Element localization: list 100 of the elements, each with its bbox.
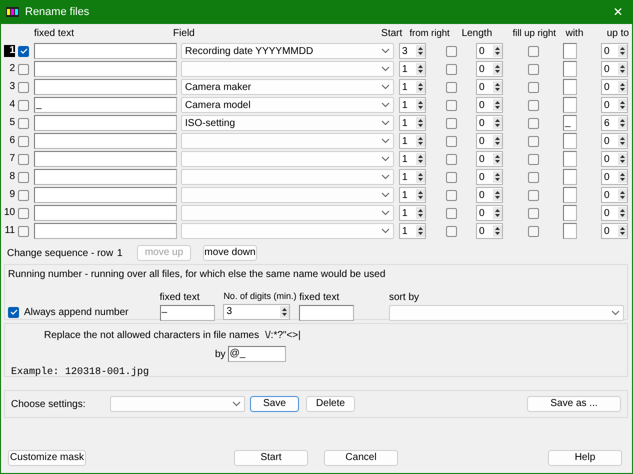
spinner[interactable]: 0	[476, 205, 503, 221]
spinner[interactable]: 1	[399, 223, 426, 239]
spin-arrows-icon[interactable]	[493, 153, 502, 165]
spin-arrows-icon[interactable]	[618, 117, 627, 129]
spin-arrows-icon[interactable]	[618, 99, 627, 111]
spinner[interactable]: 0	[601, 97, 628, 113]
button[interactable]: move down	[203, 245, 257, 261]
checkbox[interactable]	[18, 46, 29, 56]
spin-arrows-icon[interactable]	[416, 153, 425, 165]
button[interactable]: Cancel	[324, 450, 398, 466]
row-number[interactable]: 7	[4, 153, 15, 165]
fill-character-field[interactable]	[563, 133, 577, 149]
checkbox[interactable]	[446, 136, 457, 146]
button[interactable]: Customize mask	[8, 450, 86, 466]
spin-arrows-icon[interactable]	[493, 207, 502, 219]
field-dropdown[interactable]	[181, 187, 394, 203]
checkbox[interactable]	[528, 226, 539, 236]
spinner[interactable]: 0	[601, 151, 628, 167]
checkbox[interactable]	[528, 136, 539, 146]
close-button[interactable]: ✕	[609, 3, 627, 21]
fill-character-field[interactable]	[563, 43, 577, 59]
field-dropdown[interactable]	[181, 205, 394, 221]
spinner[interactable]: 0	[476, 133, 503, 149]
spinner[interactable]: 0	[476, 187, 503, 203]
button[interactable]: Help	[548, 450, 622, 466]
spin-arrows-icon[interactable]	[618, 63, 627, 75]
spinner[interactable]: 0	[476, 115, 503, 131]
field-dropdown[interactable]: Camera model	[181, 97, 394, 113]
checkbox[interactable]	[18, 226, 29, 236]
button[interactable]: Start	[234, 450, 308, 466]
fixed-text-field[interactable]	[34, 61, 177, 77]
prefix-field[interactable]: –	[160, 305, 215, 321]
fill-character-field[interactable]	[563, 79, 577, 95]
fixed-text-field[interactable]	[34, 115, 177, 131]
checkbox[interactable]	[528, 154, 539, 164]
spinner[interactable]: 0	[476, 79, 503, 95]
fill-character-field[interactable]	[563, 187, 577, 203]
spinner[interactable]: 0	[476, 61, 503, 77]
spinner[interactable]: 1	[399, 187, 426, 203]
checkbox[interactable]	[528, 190, 539, 200]
spin-arrows-icon[interactable]	[618, 153, 627, 165]
row-number[interactable]: 9	[4, 189, 15, 201]
fill-character-field[interactable]	[563, 205, 577, 221]
spin-arrows-icon[interactable]	[493, 45, 502, 57]
fixed-text-field[interactable]	[34, 223, 177, 239]
field-dropdown[interactable]	[181, 169, 394, 185]
spinner[interactable]: 0	[601, 187, 628, 203]
field-dropdown[interactable]: Recording date YYYYMMDD	[181, 43, 394, 59]
checkbox[interactable]	[18, 154, 29, 164]
fixed-text-field[interactable]: _	[34, 97, 177, 113]
field-dropdown[interactable]	[181, 133, 394, 149]
spinner[interactable]: 0	[476, 169, 503, 185]
fixed-text-field[interactable]	[34, 133, 177, 149]
spin-arrows-icon[interactable]	[416, 99, 425, 111]
spinner[interactable]: 1	[399, 115, 426, 131]
spin-arrows-icon[interactable]	[493, 117, 502, 129]
field-dropdown[interactable]	[181, 223, 394, 239]
spinner[interactable]: 1	[399, 97, 426, 113]
replacement-field[interactable]: @_	[228, 346, 286, 362]
checkbox[interactable]	[446, 118, 457, 128]
spinner[interactable]: 1	[399, 133, 426, 149]
spinner[interactable]: 0	[476, 151, 503, 167]
checkbox[interactable]	[528, 46, 539, 56]
spinner[interactable]: 0	[476, 43, 503, 59]
spin-arrows-icon[interactable]	[493, 225, 502, 237]
checkbox[interactable]	[446, 100, 457, 110]
checkbox[interactable]	[528, 118, 539, 128]
spin-arrows-icon[interactable]	[416, 225, 425, 237]
spin-arrows-icon[interactable]	[618, 207, 627, 219]
spinner[interactable]: 0	[601, 169, 628, 185]
spin-arrows-icon[interactable]	[618, 81, 627, 93]
field-dropdown[interactable]	[181, 61, 394, 77]
spin-arrows-icon[interactable]	[280, 306, 290, 318]
spin-arrows-icon[interactable]	[416, 81, 425, 93]
spinner[interactable]: 6	[601, 115, 628, 131]
spin-arrows-icon[interactable]	[493, 99, 502, 111]
spinner[interactable]: 0	[601, 133, 628, 149]
spin-arrows-icon[interactable]	[416, 135, 425, 147]
button[interactable]: Delete	[306, 396, 355, 412]
checkbox[interactable]	[18, 100, 29, 110]
row-number[interactable]: 3	[4, 81, 15, 93]
spinner[interactable]: 1	[399, 205, 426, 221]
fill-character-field[interactable]	[563, 169, 577, 185]
checkbox[interactable]	[18, 190, 29, 200]
spinner[interactable]: 0	[601, 223, 628, 239]
spin-arrows-icon[interactable]	[493, 189, 502, 201]
spinner[interactable]: 3	[223, 304, 290, 320]
checkbox[interactable]	[446, 226, 457, 236]
row-number[interactable]: 1	[4, 45, 15, 57]
fixed-text-field[interactable]	[34, 205, 177, 221]
checkbox[interactable]	[18, 208, 29, 218]
fill-character-field[interactable]	[563, 151, 577, 167]
checkbox[interactable]	[528, 100, 539, 110]
fill-character-field[interactable]	[563, 223, 577, 239]
button[interactable]: Save as ...	[527, 396, 621, 412]
field-dropdown[interactable]: ISO-setting	[181, 115, 394, 131]
checkbox[interactable]	[446, 208, 457, 218]
spin-arrows-icon[interactable]	[618, 171, 627, 183]
spin-arrows-icon[interactable]	[493, 171, 502, 183]
spin-arrows-icon[interactable]	[493, 81, 502, 93]
